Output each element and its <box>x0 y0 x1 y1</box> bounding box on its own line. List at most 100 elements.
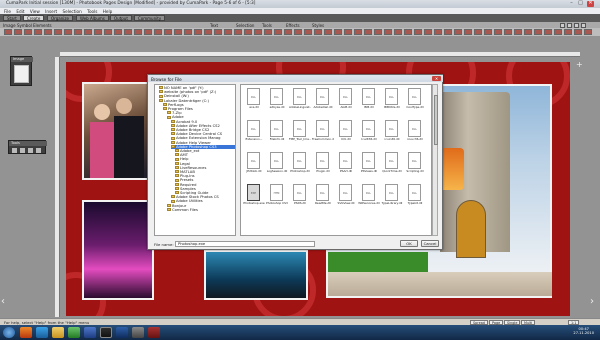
mode-organize[interactable]: Organize <box>47 15 73 21</box>
menu-edit[interactable]: Edit <box>16 9 24 14</box>
system-clock[interactable]: 00:47 27.11.2010 <box>573 327 594 336</box>
page-thumbnail[interactable] <box>474 29 482 35</box>
page-thumbnail[interactable] <box>374 29 382 35</box>
file-item[interactable]: DLL LogSession.dll <box>266 151 288 181</box>
page-thumbnail[interactable] <box>424 29 432 35</box>
file-item[interactable]: DLL BIB.dll <box>358 87 380 117</box>
page-thumbnail[interactable] <box>4 29 12 35</box>
tree-item[interactable]: Common Files <box>167 208 198 212</box>
file-item-selected[interactable]: EXE Photoshop.exe <box>243 183 265 213</box>
page-thumbnail[interactable] <box>64 29 72 35</box>
page-thumbnail[interactable] <box>544 29 552 35</box>
file-item[interactable]: DLL JP2KLib.dll <box>243 151 265 181</box>
mode-create[interactable]: Create <box>23 15 45 21</box>
file-item[interactable]: DLL FMP_Tool_Ima... <box>289 119 311 149</box>
page-thumbnail[interactable] <box>84 29 92 35</box>
page-thumbnail[interactable] <box>144 29 152 35</box>
page-thumbnail[interactable] <box>494 29 502 35</box>
page-thumbnail[interactable] <box>244 29 252 35</box>
page-thumbnail[interactable] <box>154 29 162 35</box>
page-thumbnail[interactable] <box>164 29 172 35</box>
tools-panel[interactable]: Tools <box>8 140 47 154</box>
page-thumbnail[interactable] <box>44 29 52 35</box>
file-item[interactable]: DLL ace.dll <box>243 87 265 117</box>
fit-page-icon[interactable] <box>574 22 579 28</box>
page-thumbnail[interactable] <box>124 29 132 35</box>
media-player-icon[interactable] <box>68 327 80 338</box>
previous-page-icon[interactable]: ‹ <box>1 296 5 307</box>
page-thumbnail[interactable] <box>384 29 392 35</box>
menu-file[interactable]: File <box>4 9 11 14</box>
app-icon[interactable] <box>84 327 96 338</box>
file-item[interactable]: DLL Icudt36.dll <box>358 119 380 149</box>
menu-selection[interactable]: Selection <box>62 9 81 14</box>
image-panel[interactable]: Image <box>10 56 33 86</box>
page-thumbnail[interactable] <box>324 29 332 35</box>
file-item[interactable]: DLL AGM.dll <box>335 87 357 117</box>
file-item[interactable]: DLL Photoshop.dll <box>289 151 311 181</box>
page-thumbnail[interactable] <box>194 29 202 35</box>
close-button[interactable]: ✕ <box>587 1 594 7</box>
file-item[interactable]: DLL icuin36.dll <box>381 119 403 149</box>
file-item[interactable]: DLL icuuc36.dll <box>404 119 426 149</box>
text-icon[interactable] <box>36 148 41 153</box>
page-thumbnail[interactable] <box>14 29 22 35</box>
app-icon[interactable] <box>132 327 144 338</box>
page-thumbnail[interactable] <box>434 29 442 35</box>
page-thumbnail[interactable] <box>204 29 212 35</box>
file-item[interactable]: DLL Typekit.dll <box>404 183 426 213</box>
file-item[interactable]: DLL PSDS.dll <box>289 183 311 213</box>
page-thumbnail[interactable] <box>54 29 62 35</box>
file-item[interactable]: DLL Plugin.dll <box>312 151 334 181</box>
file-item[interactable]: DLL WRServices.dll <box>358 183 380 213</box>
ok-button[interactable]: OK <box>400 240 418 247</box>
next-page-icon[interactable]: › <box>590 296 594 307</box>
page-thumbnail[interactable] <box>394 29 402 35</box>
mode-community[interactable]: Community <box>134 15 166 21</box>
page-thumbnail[interactable] <box>484 29 492 35</box>
page-thumbnail[interactable] <box>414 29 422 35</box>
page-thumbnail[interactable] <box>314 29 322 35</box>
folder-tree[interactable]: NO NAME on 'pdf' (Y:) website (photos on… <box>154 84 236 236</box>
page-thumbnail[interactable] <box>184 29 192 35</box>
file-item[interactable]: DLL SVGView.dll <box>335 183 357 213</box>
file-item[interactable]: DLL FileInfo.dll <box>266 119 288 149</box>
page-thumbnail[interactable] <box>264 29 272 35</box>
start-button-icon[interactable] <box>3 327 15 338</box>
file-item[interactable]: DLL Extension... <box>243 119 265 149</box>
fountain-photo[interactable] <box>82 200 154 300</box>
hand-icon[interactable] <box>20 148 25 153</box>
page-thumbnail[interactable] <box>284 29 292 35</box>
cumapark-icon[interactable] <box>148 327 160 338</box>
page-thumbnail[interactable] <box>564 29 572 35</box>
file-item[interactable]: DLL AdobeOwl.dll <box>312 87 334 117</box>
poolside-photo[interactable] <box>204 250 308 300</box>
file-item[interactable]: DLL QuickTime.dll <box>381 151 403 181</box>
mode-start[interactable]: Start <box>3 15 21 21</box>
page-thumbnail[interactable] <box>214 29 222 35</box>
page-thumbnail[interactable] <box>554 29 562 35</box>
maximize-button[interactable]: □ <box>577 1 584 7</box>
scrollbar-thumb[interactable] <box>433 95 439 145</box>
page-thumbnail[interactable] <box>24 29 32 35</box>
file-item[interactable]: DLL adbyas.dll <box>266 87 288 117</box>
page-thumbnail[interactable] <box>104 29 112 35</box>
mode-web-albums[interactable]: Web Albums <box>76 15 109 21</box>
file-grid[interactable]: DLL ace.dll DLL adbyas.dll DLL AdobeLinguis… <box>240 84 432 236</box>
menu-insert[interactable]: Insert <box>45 9 57 14</box>
page-thumbnail[interactable] <box>114 29 122 35</box>
cancel-button[interactable]: Cancel <box>421 240 439 247</box>
file-item[interactable]: DLL Scripting.dll <box>404 151 426 181</box>
crop-icon[interactable] <box>28 148 33 153</box>
page-thumbnail[interactable] <box>524 29 532 35</box>
page-thumbnail[interactable] <box>364 29 372 35</box>
page-thumbnail[interactable] <box>514 29 522 35</box>
page-thumbnail[interactable] <box>344 29 352 35</box>
firefox-icon[interactable] <box>20 327 32 338</box>
page-thumbnail[interactable] <box>274 29 282 35</box>
page-thumbnail[interactable] <box>404 29 412 35</box>
page-thumbnail[interactable] <box>304 29 312 35</box>
file-item[interactable]: DLL TypeLibrary.dll <box>381 183 403 213</box>
page-thumbnail[interactable] <box>444 29 452 35</box>
zoom-in-icon[interactable] <box>567 22 572 28</box>
